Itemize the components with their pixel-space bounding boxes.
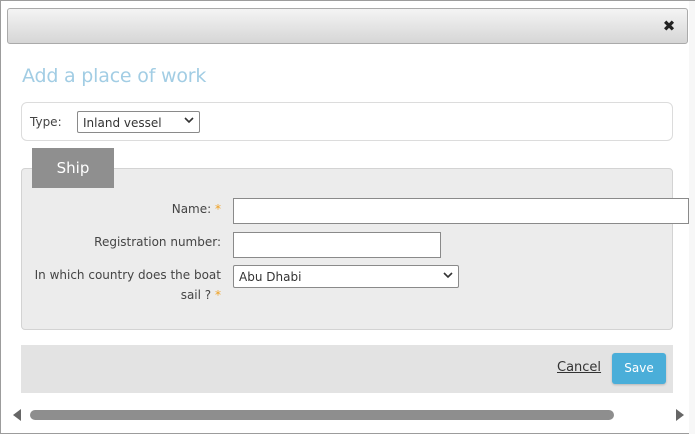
country-label: In which country does the boat sail ? * [25, 265, 221, 305]
registration-number-input[interactable] [233, 232, 441, 258]
save-button[interactable]: Save [612, 353, 666, 384]
dialog-titlebar: ✖ [7, 8, 688, 44]
type-box: Type: Inland vessel [21, 102, 673, 141]
scroll-right-arrow-icon[interactable] [676, 409, 684, 421]
scroll-left-arrow-icon[interactable] [13, 409, 21, 421]
country-label-line1: In which country does the boat [34, 268, 221, 282]
country-select-value: Abu Dhabi [239, 270, 302, 284]
registration-label: Registration number: [41, 232, 221, 252]
name-required-mark: * [215, 202, 221, 216]
type-select[interactable]: Inland vessel [77, 111, 200, 133]
close-icon[interactable]: ✖ [661, 18, 677, 34]
cancel-button[interactable]: Cancel [557, 360, 601, 375]
chevron-down-icon [184, 117, 194, 124]
horizontal-scrollbar[interactable] [11, 407, 686, 425]
country-label-line2: sail ? [180, 288, 212, 302]
type-label: Type: [30, 115, 62, 129]
name-label-text: Name: [171, 202, 212, 216]
scroll-thumb[interactable] [30, 410, 614, 420]
add-place-of-work-dialog: ✖ Add a place of work Type: Inland vesse… [0, 0, 695, 434]
name-label: Name: * [101, 199, 221, 219]
dialog-heading: Add a place of work [22, 65, 207, 87]
registration-label-text: Registration number: [94, 235, 221, 249]
name-input[interactable] [233, 198, 689, 224]
type-select-value: Inland vessel [83, 116, 162, 130]
ship-tab: Ship [32, 148, 114, 188]
chevron-down-icon [443, 272, 453, 279]
country-select[interactable]: Abu Dhabi [233, 265, 459, 288]
country-required-mark: * [215, 288, 221, 302]
right-edge-strip [689, 1, 695, 434]
